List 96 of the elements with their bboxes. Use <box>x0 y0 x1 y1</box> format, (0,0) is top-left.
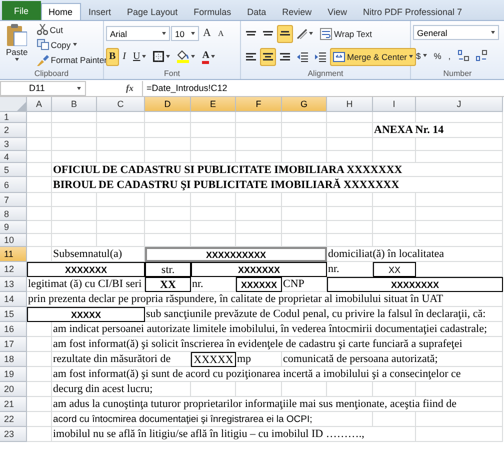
ribbon-tab[interactable]: Data <box>239 3 274 20</box>
symbol-button[interactable]: $ <box>413 46 430 65</box>
column-header[interactable]: G <box>282 97 327 112</box>
row-header[interactable]: 18 <box>0 352 27 367</box>
input-cell: XXXXXXX <box>27 262 145 277</box>
align-center-icon <box>263 52 273 60</box>
grow-button[interactable]: A <box>200 24 214 42</box>
input-cell: XXXXX <box>27 307 145 322</box>
row-header[interactable]: 4 <box>0 151 27 163</box>
row-header[interactable]: 6 <box>0 177 27 193</box>
row-header[interactable]: 15 <box>0 307 27 322</box>
ribbon-tab[interactable]: Nitro PDF Professional 7 <box>355 3 470 20</box>
align-right-icon <box>280 52 290 60</box>
align-bottom-icon <box>280 31 290 36</box>
align-top-icon <box>246 31 256 36</box>
input-cell: str. <box>145 262 191 277</box>
row-header[interactable]: 22 <box>0 412 27 427</box>
italic-button[interactable]: I <box>120 48 130 66</box>
ribbon-tab[interactable]: Review <box>274 3 320 20</box>
bold-button[interactable]: B <box>106 48 119 66</box>
row-header[interactable]: 17 <box>0 337 27 352</box>
row-header[interactable]: 7 <box>0 193 27 207</box>
paint-bucket-icon <box>177 50 190 63</box>
row-header[interactable]: 11 <box>0 247 27 262</box>
cut-button[interactable]: Cut <box>34 22 66 37</box>
column-header[interactable]: E <box>191 97 236 112</box>
underline-button[interactable]: U <box>130 48 150 66</box>
group-label: Number <box>443 68 472 79</box>
font-color-button[interactable]: A <box>199 48 218 66</box>
column-header[interactable]: I <box>373 97 416 112</box>
row-header[interactable]: 14 <box>0 292 27 307</box>
dropdown-field[interactable]: Arial <box>106 26 170 41</box>
merge-cells-icon <box>333 52 345 62</box>
row-header[interactable]: 19 <box>0 367 27 382</box>
column-header[interactable]: A <box>27 97 52 112</box>
cell-text: legitimat (ă) cu CI/BI seri <box>27 277 144 291</box>
input-cell: XX <box>145 277 191 292</box>
row-header[interactable]: 5 <box>0 163 27 177</box>
group-label: Clipboard <box>34 68 69 79</box>
scissors-icon <box>36 24 48 36</box>
ribbon-tab[interactable]: Formulas <box>186 3 240 20</box>
dropdown-field[interactable]: 10 <box>171 26 199 41</box>
indent-decrease-icon <box>297 52 308 62</box>
column-header[interactable]: D <box>145 97 191 112</box>
align-bottom-button[interactable] <box>277 24 293 42</box>
row-header[interactable]: 9 <box>0 221 27 234</box>
wrap-button[interactable]: Wrap Text <box>317 24 375 42</box>
row-header[interactable]: 23 <box>0 427 27 442</box>
row-header[interactable]: 2 <box>0 123 27 138</box>
input-cell: XXXXXX <box>236 277 282 292</box>
column-header[interactable]: B <box>52 97 97 112</box>
row-header[interactable]: 8 <box>0 207 27 221</box>
align-left-icon <box>246 52 256 60</box>
row-header[interactable]: 16 <box>0 322 27 337</box>
copy-button[interactable]: Copy <box>34 38 80 52</box>
align-center-button[interactable] <box>260 48 276 66</box>
merge-button[interactable]: Merge & Center <box>330 48 416 66</box>
row-header[interactable]: 12 <box>0 262 27 277</box>
column-header[interactable]: C <box>97 97 145 112</box>
input-cell: XXXXXXXX <box>327 277 503 292</box>
paste-button[interactable]: Paste <box>2 22 32 66</box>
insert-function-button[interactable]: fx <box>126 83 134 93</box>
column-header[interactable]: H <box>327 97 373 112</box>
input-cell: XXXXXXXXXX <box>145 247 327 262</box>
row-header[interactable]: 20 <box>0 382 27 397</box>
border-icon <box>153 51 164 62</box>
row-header[interactable]: 1 <box>0 112 27 123</box>
row-header[interactable]: 10 <box>0 234 27 247</box>
shrink-button[interactable]: A <box>214 24 227 42</box>
brush-icon <box>36 54 49 66</box>
ribbon-tab[interactable]: View <box>320 3 355 20</box>
row-header[interactable]: 13 <box>0 277 27 292</box>
ribbon-tab[interactable]: Insert <box>80 3 120 20</box>
ribbon-tab[interactable]: Home <box>40 3 81 20</box>
ribbon-tab[interactable]: Page Layout <box>119 3 186 20</box>
align-middle-icon <box>263 31 273 36</box>
input-cell: XX <box>373 262 416 277</box>
group-label: Font <box>164 68 180 79</box>
copy-icon <box>36 39 49 50</box>
name-box[interactable]: D11 <box>0 80 86 96</box>
file-menu-button[interactable]: File <box>2 1 41 20</box>
angled-text-icon <box>297 28 307 38</box>
row-header[interactable]: 21 <box>0 397 27 412</box>
wrap-text-icon <box>320 28 332 40</box>
formula-field[interactable]: =Date_Introdus!C12 <box>142 80 504 96</box>
input-cell: XXXXX <box>191 352 236 367</box>
clipboard-icon <box>6 24 27 46</box>
input-cell: XXXXXXX <box>191 262 327 277</box>
dropdown-field[interactable]: General <box>413 25 499 40</box>
row-header[interactable]: 3 <box>0 138 27 151</box>
symbol-button[interactable]: , <box>445 46 454 65</box>
symbol-button[interactable]: % <box>430 46 444 65</box>
column-header[interactable]: F <box>236 97 282 112</box>
column-header[interactable]: J <box>416 97 503 112</box>
group-label: Alignment <box>308 68 344 79</box>
indent-increase-icon <box>315 52 326 62</box>
